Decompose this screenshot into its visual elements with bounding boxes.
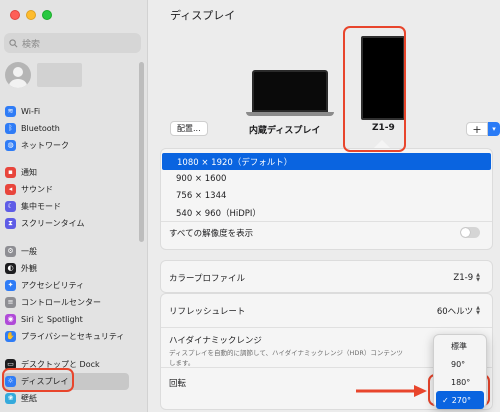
settings-window: 検索 ≋ Wi-Fi ᛒ Bluetooth ◍ ネットワーク ▪ 通知 ◂ サウンド ☾ 集中モード…	[0, 0, 500, 412]
rotation-label: 回転	[169, 378, 187, 389]
sidebar-item-label: 集中モード	[21, 202, 61, 211]
sidebar-item-label: Wi-Fi	[21, 107, 41, 116]
speaker-icon: ◂	[5, 184, 16, 195]
show-all-resolutions-row: すべての解像度を表示	[161, 221, 492, 243]
resolution-option[interactable]: 756 × 1344	[161, 187, 492, 204]
sidebar-scrollbar[interactable]	[139, 62, 144, 242]
siri-icon: ◉	[5, 314, 16, 325]
rotation-option[interactable]: 90°	[434, 355, 486, 373]
rotation-option[interactable]: 180°	[434, 373, 486, 391]
appearance-icon: ◐	[5, 263, 16, 274]
sidebar-item[interactable]: ◂ サウンド	[3, 181, 129, 198]
resolution-card: 1080 × 1920（デフォルト） 900 × 1600 756 × 1344 54…	[160, 148, 493, 250]
builtin-display-thumbnail[interactable]	[246, 70, 334, 116]
sidebar-item[interactable]: ❀ 壁紙	[3, 390, 129, 407]
show-all-resolutions-toggle[interactable]	[460, 227, 480, 238]
minimize-window-button[interactable]	[26, 10, 36, 20]
sidebar-item[interactable]: ⧗ スクリーンタイム	[3, 215, 129, 232]
close-window-button[interactable]	[10, 10, 20, 20]
search-placeholder: 検索	[22, 39, 41, 50]
sidebar-item-label: 壁紙	[21, 394, 37, 403]
sidebar-item-label: サウンド	[21, 185, 53, 194]
sidebar: 検索 ≋ Wi-Fi ᛒ Bluetooth ◍ ネットワーク ▪ 通知 ◂ サウンド ☾ 集中モード…	[0, 0, 148, 412]
rotation-menu: 標準 90° 180° ✓ 270°	[433, 334, 487, 409]
sidebar-item-label: コントロールセンター	[21, 298, 101, 307]
sidebar-item-label: 通知	[21, 168, 37, 177]
color-profile-row: カラープロファイル Z1-9 ▲ ▼	[161, 261, 492, 294]
hand-icon: ✋	[5, 331, 16, 342]
sidebar-item[interactable]: ▪ 通知	[3, 164, 129, 181]
sidebar-item-label: ネットワーク	[21, 141, 69, 150]
page-title: ディスプレイ	[170, 9, 236, 22]
control-center-icon: ≡	[5, 297, 16, 308]
show-all-resolutions-label: すべての解像度を表示	[169, 228, 254, 239]
gear-icon: ⚙	[5, 246, 16, 257]
sidebar-item[interactable]: ≡ コントロールセンター	[3, 294, 129, 311]
sidebar-item-label: 一般	[21, 247, 37, 256]
search-field[interactable]: 検索	[4, 33, 141, 53]
builtin-display-label[interactable]: 内蔵ディスプレイ	[249, 123, 320, 136]
add-display-group: + ▾	[466, 122, 500, 136]
accessibility-icon: ✦	[5, 280, 16, 291]
globe-icon: ◍	[5, 140, 16, 151]
sidebar-item-label: 外観	[21, 264, 37, 273]
bell-icon: ▪	[5, 167, 16, 178]
annotation-highlight-external-display	[343, 26, 406, 152]
wallpaper-icon: ❀	[5, 393, 16, 404]
hdr-description: ディスプレイを自動的に調節して、ハイダイナミックレンジ（HDR）コンテンツ します…	[169, 349, 403, 367]
resolution-option[interactable]: 540 × 960（HiDPI）	[161, 204, 492, 221]
refresh-rate-value: 60ヘルツ	[436, 306, 474, 317]
sidebar-item-label: プライバシーとセキュリティ	[21, 332, 125, 341]
add-display-button[interactable]: +	[466, 122, 488, 136]
sidebar-item-label: スクリーンタイム	[21, 219, 85, 228]
annotation-arrow-icon	[356, 385, 427, 397]
sidebar-item-label: Bluetooth	[21, 124, 60, 133]
refresh-rate-row: リフレッシュレート 60ヘルツ ▲ ▼	[161, 294, 492, 327]
sidebar-item[interactable]: ᛒ Bluetooth	[3, 120, 129, 137]
avatar	[5, 62, 31, 88]
account-row[interactable]	[5, 62, 82, 88]
account-name-redacted	[37, 63, 82, 87]
rotation-option-label: 270°	[451, 395, 471, 405]
sidebar-item[interactable]: ◍ ネットワーク	[3, 137, 129, 154]
annotation-highlight-display-item	[2, 368, 74, 392]
color-profile-popup[interactable]: Z1-9 ▲ ▼	[453, 271, 480, 283]
color-profile-card: カラープロファイル Z1-9 ▲ ▼	[160, 260, 493, 293]
checkmark-icon: ✓	[442, 395, 449, 405]
resolution-option[interactable]: 1080 × 1920（デフォルト）	[162, 153, 491, 170]
display-arrangement: 配置... 内蔵ディスプレイ Z1-9 + ▾	[156, 22, 500, 148]
bluetooth-icon: ᛒ	[5, 123, 16, 134]
moon-icon: ☾	[5, 201, 16, 212]
sidebar-item-label: アクセシビリティ	[21, 281, 85, 290]
rotation-option[interactable]: ✓ 270°	[436, 391, 484, 409]
zoom-window-button[interactable]	[42, 10, 52, 20]
sidebar-item[interactable]: ◐ 外観	[3, 260, 129, 277]
rotation-option[interactable]: 標準	[434, 337, 486, 355]
sidebar-item[interactable]: ⚙ 一般	[3, 243, 129, 260]
rotation-option-label: 90°	[451, 359, 466, 369]
search-icon	[9, 38, 18, 47]
sidebar-item[interactable]: ≋ Wi-Fi	[3, 103, 129, 120]
sidebar-item-label: Siri と Spotlight	[21, 315, 83, 324]
sidebar-item[interactable]: ✦ アクセシビリティ	[3, 277, 129, 294]
resolution-option[interactable]: 900 × 1600	[161, 170, 492, 187]
wifi-icon: ≋	[5, 106, 16, 117]
sidebar-item[interactable]: ☾ 集中モード	[3, 198, 129, 215]
chevron-down-icon[interactable]: ▾	[488, 122, 500, 136]
hdr-title: ハイダイナミックレンジ	[169, 336, 262, 346]
sidebar-item[interactable]: ✋ プライバシーとセキュリティ	[3, 328, 129, 345]
sidebar-item[interactable]: ◉ Siri と Spotlight	[3, 311, 129, 328]
window-controls	[10, 10, 52, 20]
updown-chevron-icon: ▲ ▼	[476, 271, 480, 283]
rotation-option-label: 標準	[451, 341, 467, 351]
rotation-option-label: 180°	[451, 377, 471, 387]
hourglass-icon: ⧗	[5, 218, 16, 229]
color-profile-label: カラープロファイル	[169, 273, 245, 284]
refresh-rate-popup[interactable]: 60ヘルツ ▲ ▼	[437, 305, 480, 317]
arrange-button[interactable]: 配置...	[170, 121, 208, 136]
refresh-rate-label: リフレッシュレート	[169, 306, 246, 317]
updown-chevron-icon: ▲ ▼	[476, 304, 480, 316]
color-profile-value: Z1-9	[453, 272, 474, 283]
